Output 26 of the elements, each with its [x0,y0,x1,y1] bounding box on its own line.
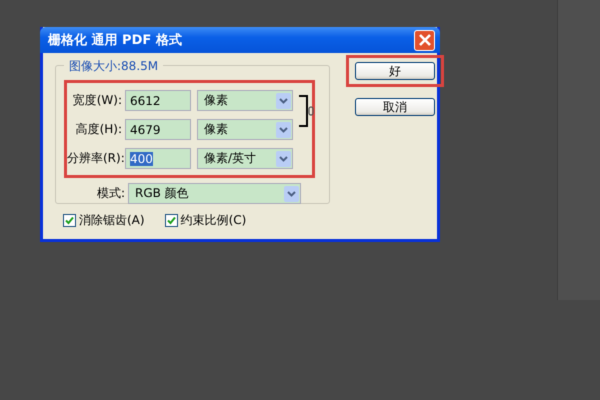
unit-dropdown[interactable]: 像素/英寸 [197,148,293,169]
ok-button[interactable]: 好 [355,62,435,80]
checkbox-label: 消除锯齿(A) [79,212,145,229]
window-title: 栅格化 通用 PDF 格式 [48,32,182,49]
field-label: 分辨率(R): [67,150,125,167]
cancel-button[interactable]: 取消 [355,98,435,116]
input-field[interactable]: 6612 [125,90,191,111]
field-label: 高度(H): [74,121,123,138]
field-label: 模式: [96,185,126,202]
checkbox[interactable]: 消除锯齿(A) [63,212,145,229]
checkbox-box[interactable] [63,214,76,227]
checkbox[interactable]: 约束比例(C) [164,212,246,229]
close-icon [418,33,432,47]
input-field[interactable]: 400 [125,148,191,169]
mode-dropdown[interactable]: RGB 颜色 [128,183,301,204]
field-label: 宽度(W): [72,92,123,109]
unit-dropdown[interactable]: 像素 [197,90,293,111]
checkbox-label: 约束比例(C) [180,212,246,229]
field-value: 6612 [130,94,161,108]
field-value: 400 [130,152,153,166]
group-legend: 图像大小:88.5M [64,58,164,75]
checkbox-box[interactable] [164,214,178,227]
input-field[interactable]: 4679 [125,119,191,140]
field-value: 4679 [130,122,161,136]
unit-dropdown[interactable]: 像素 [197,119,293,140]
close-button[interactable] [414,30,435,50]
